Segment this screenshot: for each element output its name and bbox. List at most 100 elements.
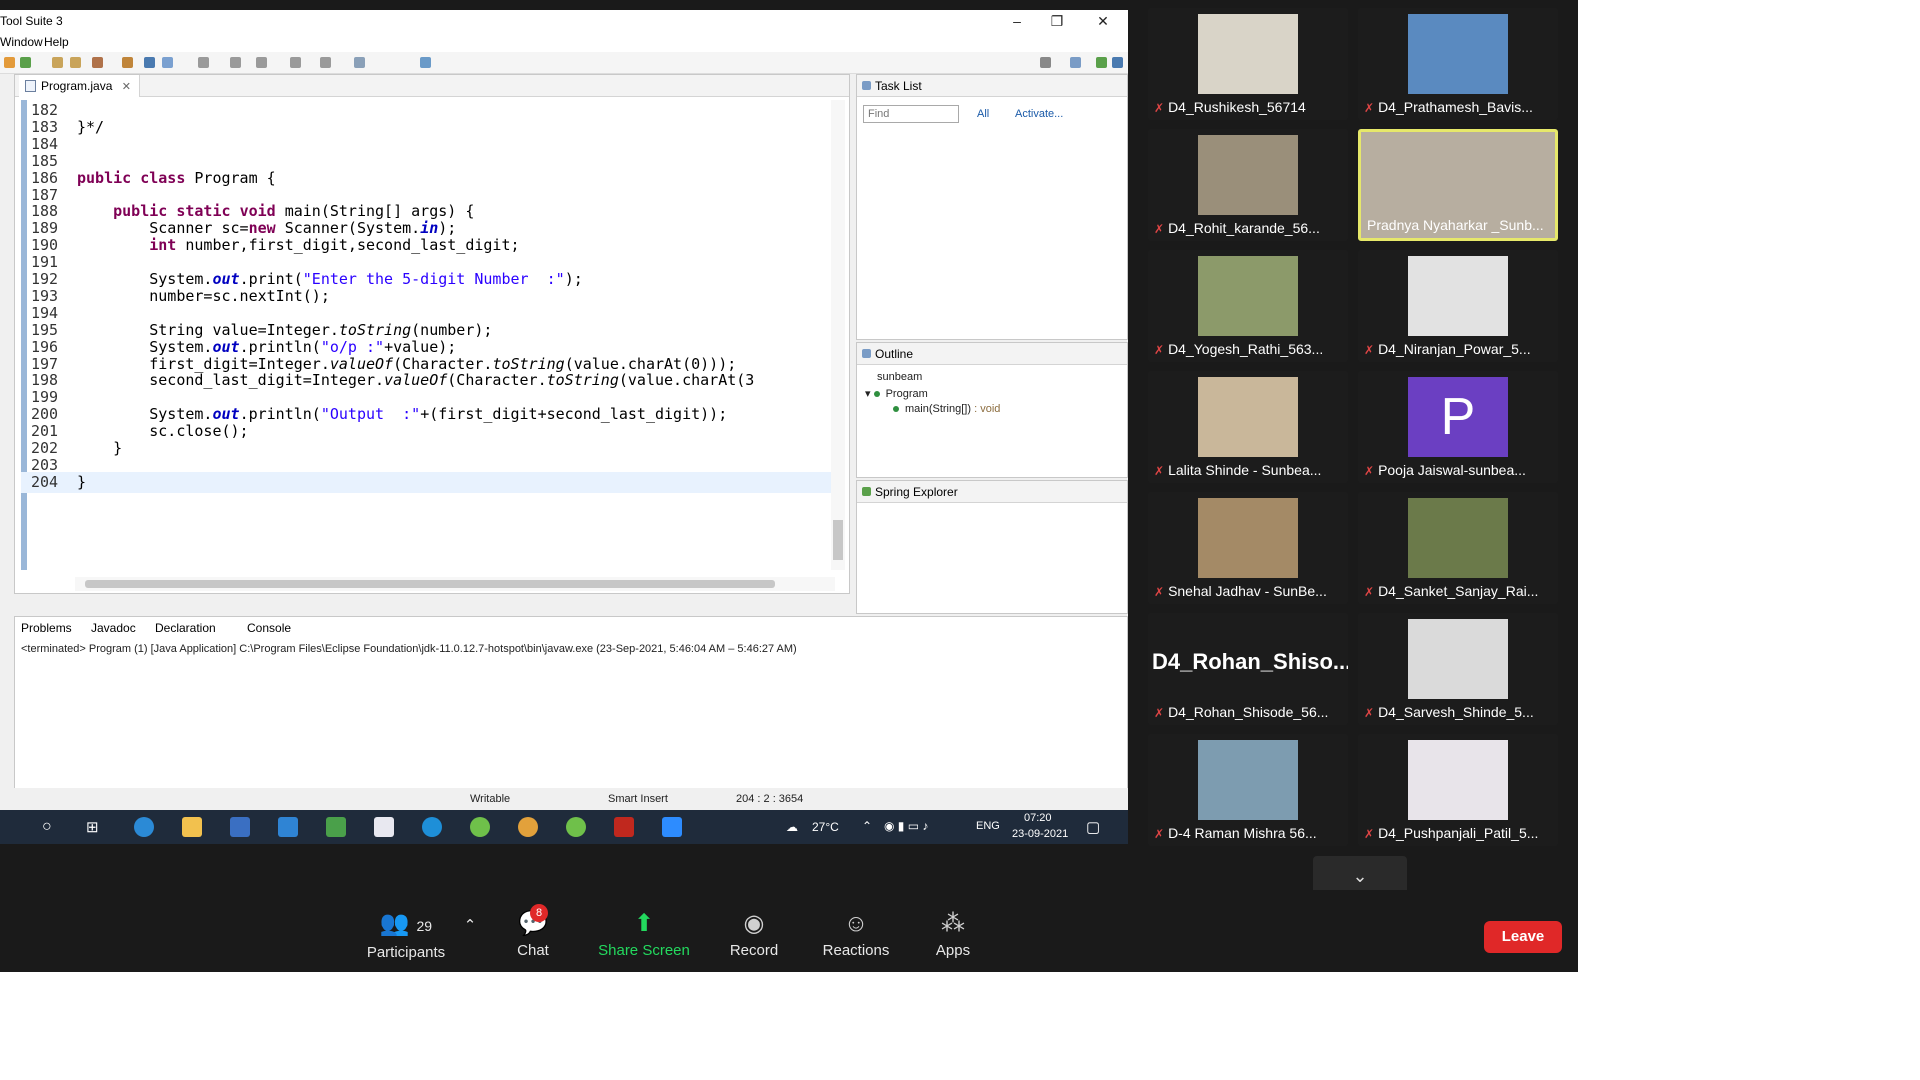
code-text[interactable]: 182 183}*/184 185 186 public class Program {…: [21, 100, 831, 570]
participants-button[interactable]: 👥 29 Participants: [356, 910, 456, 961]
return-type: : void: [974, 403, 1001, 415]
restore-icon[interactable]: ❐: [1040, 11, 1074, 31]
outline-item-method[interactable]: main(String[]) : void: [893, 403, 1000, 415]
reactions-icon: ☺: [843, 910, 869, 937]
chat-button[interactable]: 💬 8 Chat: [508, 904, 558, 959]
participant-tile[interactable]: ✗ D4_Niranjan_Powar_5...: [1358, 250, 1558, 362]
activate-link[interactable]: Activate...: [1015, 108, 1063, 120]
horizontal-scrollbar[interactable]: [75, 577, 835, 591]
toolbar-icon[interactable]: [256, 57, 267, 68]
find-input[interactable]: Find: [863, 105, 959, 123]
tab-declaration[interactable]: Declaration: [155, 621, 216, 635]
participants-options-chevron-icon[interactable]: ⌃: [462, 916, 478, 934]
participant-tile[interactable]: P ✗ Pooja Jaiswal-sunbea...: [1358, 371, 1558, 483]
participant-tile[interactable]: ✗ D4_Rohit_karande_56...: [1148, 129, 1348, 241]
language-indicator[interactable]: ENG: [976, 820, 1000, 832]
code-line[interactable]: 204}: [21, 471, 831, 493]
participant-video: [1198, 14, 1298, 94]
participant-tile[interactable]: ✗ D-4 Raman Mishra 56...: [1148, 734, 1348, 846]
menu-help[interactable]: Help: [44, 35, 69, 49]
participant-name: ✗ D4_Sanket_Sanjay_Rai...: [1364, 581, 1554, 601]
search-icon[interactable]: [1040, 57, 1051, 68]
tab-javadoc[interactable]: Javadoc: [91, 621, 136, 635]
panel-title[interactable]: Outline: [875, 347, 913, 361]
participant-tile[interactable]: ✗ D4_Pushpanjali_Patil_5...: [1358, 734, 1558, 846]
reactions-button[interactable]: ☺ Reactions: [816, 910, 896, 959]
toolbar-icon[interactable]: [230, 57, 241, 68]
java-perspective-icon[interactable]: [1112, 57, 1123, 68]
task-list-panel: Task List Find All Activate...: [856, 74, 1128, 340]
toolbar-icon[interactable]: [198, 57, 209, 68]
clock-date[interactable]: 23-09-2021: [1012, 828, 1068, 840]
panel-title[interactable]: Spring Explorer: [875, 485, 958, 499]
spring-perspective-icon[interactable]: [1096, 57, 1107, 68]
notifications-icon[interactable]: ▢: [1086, 818, 1100, 836]
mail-icon[interactable]: [278, 817, 298, 837]
participant-tile[interactable]: ✗ D4_Sanket_Sanjay_Rai...: [1358, 492, 1558, 604]
chrome-icon[interactable]: [518, 817, 538, 837]
skype-icon[interactable]: [422, 817, 442, 837]
file-explorer-icon[interactable]: [182, 817, 202, 837]
menu-window[interactable]: Window: [0, 35, 43, 49]
store-icon[interactable]: [230, 817, 250, 837]
tray-chevron-icon[interactable]: ⌃: [862, 819, 872, 833]
toolbar-icon[interactable]: [354, 57, 365, 68]
apps-icon: ⁂: [941, 910, 965, 937]
participant-tile[interactable]: ✗ D4_Sarvesh_Shinde_5...: [1358, 613, 1558, 725]
perspective-icon[interactable]: [1070, 57, 1081, 68]
toolbar-icon[interactable]: [20, 57, 31, 68]
muted-mic-icon: ✗: [1154, 585, 1165, 599]
tray-icons[interactable]: ◉ ▮ ▭ ♪: [884, 819, 928, 833]
participant-tile[interactable]: ✗ D4_Rushikesh_56714: [1148, 8, 1348, 120]
participant-tile[interactable]: Pradnya Nyaharkar _Sunb...: [1358, 129, 1558, 241]
acrobat-icon[interactable]: [614, 817, 634, 837]
participant-tile[interactable]: ✗ D4_Prathamesh_Bavis...: [1358, 8, 1558, 120]
spring-tool-icon[interactable]: [470, 817, 490, 837]
clock-time[interactable]: 07:20: [1024, 812, 1052, 824]
zoom-icon[interactable]: [662, 817, 682, 837]
panel-title[interactable]: Task List: [875, 79, 922, 93]
notepad-icon[interactable]: [374, 817, 394, 837]
participant-name: ✗ Lalita Shinde - Sunbea...: [1154, 460, 1344, 480]
weather-temp[interactable]: 27°C: [812, 820, 839, 834]
toolbar-icon[interactable]: [144, 57, 155, 68]
record-button[interactable]: ◉ Record: [724, 910, 784, 959]
spring-tool-icon[interactable]: [566, 817, 586, 837]
toolbar-icon[interactable]: [420, 57, 431, 68]
android-icon[interactable]: [326, 817, 346, 837]
search-icon[interactable]: ○: [42, 818, 52, 836]
all-link[interactable]: All: [977, 108, 989, 120]
muted-mic-icon: ✗: [1364, 585, 1375, 599]
tab-console[interactable]: Console: [243, 621, 296, 635]
toolbar-icon[interactable]: [320, 57, 331, 68]
close-tab-icon[interactable]: ✕: [122, 81, 131, 93]
outline-label: sunbeam: [877, 371, 923, 383]
apps-button[interactable]: ⁂ Apps: [928, 910, 978, 959]
windows-taskbar: ○ ⊞ ☁ 27°C ⌃ ◉ ▮ ▭ ♪ ENG 07:20 23-09-202…: [0, 810, 1128, 844]
tab-program-java[interactable]: Program.java ✕: [19, 75, 140, 97]
outline-item-package[interactable]: sunbeam: [877, 371, 922, 383]
close-icon[interactable]: ✕: [1086, 11, 1120, 31]
participant-tile[interactable]: D4_Rohan_Shiso... ✗ D4_Rohan_Shisode_56...: [1148, 613, 1348, 725]
outline-item-class[interactable]: ▾ Program: [865, 387, 928, 400]
toolbar-icon[interactable]: [92, 57, 103, 68]
minimize-icon[interactable]: –: [1000, 11, 1034, 31]
toolbar-icon[interactable]: [52, 57, 63, 68]
toolbar-icon[interactable]: [162, 57, 173, 68]
participant-tile[interactable]: ✗ Snehal Jadhav - SunBe...: [1148, 492, 1348, 604]
leave-button[interactable]: Leave: [1484, 921, 1562, 953]
toolbar-icon[interactable]: [122, 57, 133, 68]
toolbar-icon[interactable]: [70, 57, 81, 68]
toolbar-icon[interactable]: [290, 57, 301, 68]
toolbar-icon[interactable]: [4, 57, 15, 68]
participant-tile[interactable]: ✗ Lalita Shinde - Sunbea...: [1148, 371, 1348, 483]
scroll-thumb[interactable]: [85, 580, 775, 588]
vertical-scrollbar[interactable]: [831, 100, 845, 570]
edge-icon[interactable]: [134, 817, 154, 837]
tab-problems[interactable]: Problems: [21, 621, 72, 635]
task-view-icon[interactable]: ⊞: [86, 818, 99, 836]
share-screen-button[interactable]: ⬆ Share Screen: [594, 910, 694, 959]
scroll-thumb[interactable]: [833, 520, 843, 560]
chat-icon: 💬 8: [508, 904, 558, 938]
participant-tile[interactable]: ✗ D4_Yogesh_Rathi_563...: [1148, 250, 1348, 362]
